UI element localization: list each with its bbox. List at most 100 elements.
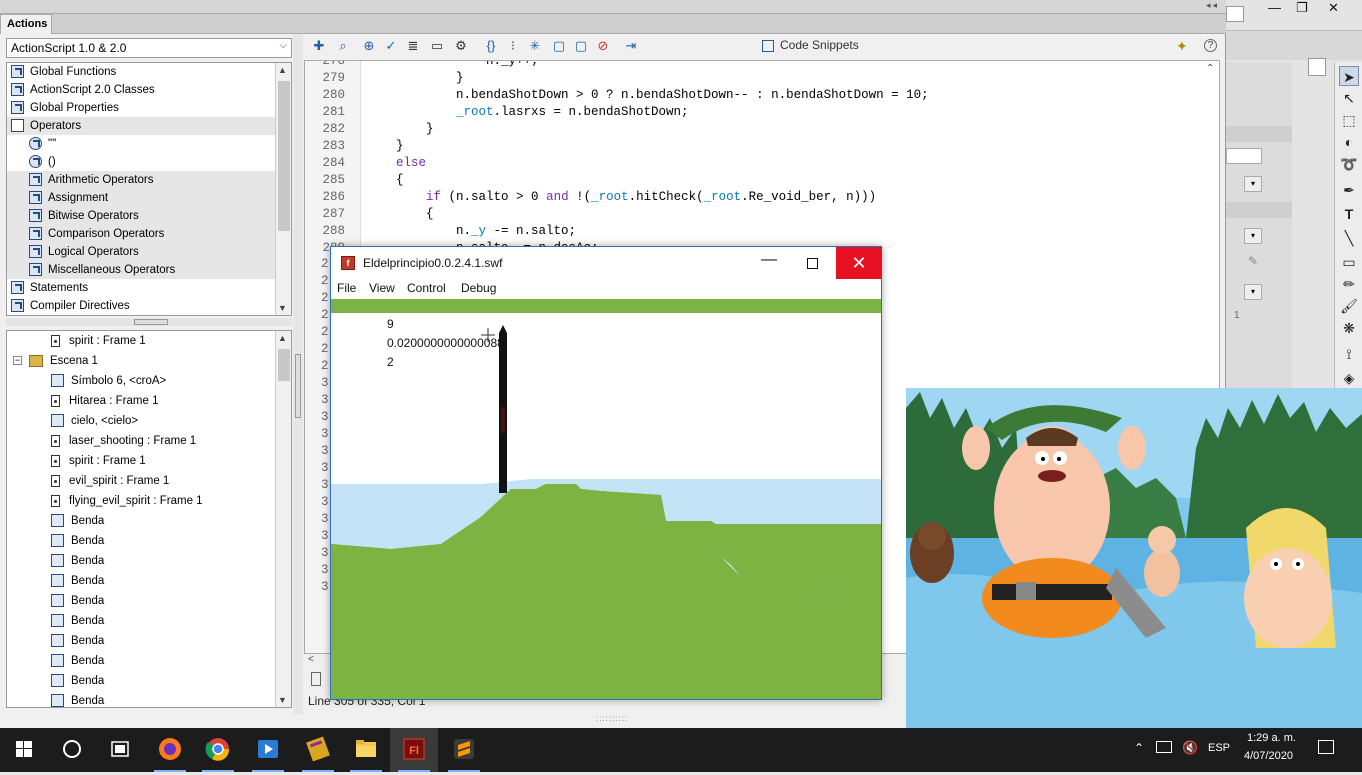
toolbox-splitter[interactable] [6, 318, 292, 326]
navigator-item[interactable]: flying_evil_spirit : Frame 1 [7, 491, 291, 511]
navigator-item[interactable]: Benda [7, 671, 291, 691]
restore-icon[interactable]: ❐ [1296, 0, 1308, 16]
show-hide-toolbox-icon[interactable]: ⇥ [624, 39, 638, 53]
search-field[interactable] [1226, 6, 1244, 22]
swf-stage[interactable]: 9 0.0200000000000088 2 [331, 299, 881, 699]
file-explorer-icon[interactable] [342, 728, 390, 772]
toolbox-item[interactable]: Arithmetic Operators [7, 171, 291, 189]
winrar-icon[interactable] [294, 728, 342, 772]
swf-player-window[interactable]: f Eldelprincipio0.0.2.4.1.swf — ✕ File V… [330, 246, 882, 700]
navigator-item[interactable]: Símbolo 6, <croA> [7, 371, 291, 391]
add-statement-icon[interactable]: ✚ [312, 39, 326, 53]
volume-muted-icon[interactable]: 🔇 [1182, 740, 1198, 756]
navigator-item[interactable]: spirit : Frame 1 [7, 451, 291, 471]
check-syntax-icon[interactable]: ✓ [384, 39, 398, 53]
collapse-selection-icon[interactable]: ⁝ [506, 39, 520, 53]
menu-file[interactable]: File [337, 281, 356, 295]
maximize-button[interactable] [807, 258, 818, 269]
minimize-icon[interactable]: — [1268, 0, 1281, 15]
collapse-icon[interactable]: − [13, 356, 22, 365]
navigator-item[interactable]: laser_shooting : Frame 1 [7, 431, 291, 451]
scroll-up-icon[interactable]: ▲ [278, 65, 287, 75]
expand-all-icon[interactable]: ✳ [528, 39, 542, 53]
stage-icon[interactable] [1308, 58, 1326, 76]
clock-date[interactable]: 4/07/2020 [1244, 750, 1293, 762]
script-assist-wand-icon[interactable]: ✦ [1176, 38, 1188, 55]
line-tool-icon[interactable]: ╲ [1339, 228, 1359, 248]
swf-titlebar[interactable]: f Eldelprincipio0.0.2.4.1.swf — ✕ [331, 247, 882, 279]
pane-divider[interactable] [293, 34, 303, 714]
scrollbar-thumb[interactable] [278, 81, 290, 231]
firefox-icon[interactable] [146, 728, 194, 772]
navigator-item[interactable]: spirit : Frame 1 [7, 331, 291, 351]
deco-tool-icon[interactable]: ❋ [1339, 318, 1359, 338]
pen-tool-icon[interactable]: ✒ [1339, 180, 1359, 200]
panel-collapse-icon[interactable]: ◂◂ [1206, 0, 1219, 11]
tab-actions[interactable]: Actions [0, 14, 52, 34]
toolbox-item[interactable]: Assignment [7, 189, 291, 207]
navigator-item[interactable]: Benda [7, 691, 291, 707]
navigator-item[interactable]: cielo, <cielo> [7, 411, 291, 431]
free-transform-tool-icon[interactable]: ⬚ [1339, 110, 1359, 130]
code-hint-icon[interactable]: ▭ [430, 39, 444, 53]
eyedropper-icon[interactable]: ✎ [1248, 254, 1258, 268]
toolbox-item[interactable]: Global Functions [7, 63, 291, 81]
navigator-item[interactable]: Benda [7, 631, 291, 651]
toolbox-item[interactable]: Global Properties [7, 99, 291, 117]
navigator-item[interactable]: Benda [7, 551, 291, 571]
sublime-text-icon[interactable] [440, 728, 488, 772]
tray-expand-icon[interactable]: ⌃ [1134, 741, 1144, 755]
navigator-item[interactable]: Benda [7, 651, 291, 671]
toolbox-item[interactable]: ActionScript 2.0 Classes [7, 81, 291, 99]
property-field[interactable] [1226, 148, 1262, 164]
subselection-tool-icon[interactable]: ↖ [1339, 88, 1359, 108]
toolbox-item[interactable]: Logical Operators [7, 243, 291, 261]
find-icon[interactable]: ⌕ [336, 39, 350, 53]
task-view-icon[interactable] [96, 728, 144, 772]
navigator-item[interactable]: Benda [7, 511, 291, 531]
bone-tool-icon[interactable]: ⟟ [1339, 344, 1359, 364]
navigator-item[interactable]: Benda [7, 531, 291, 551]
brush-tool-icon[interactable]: 🖌 [1339, 296, 1359, 316]
scroll-up-icon[interactable]: ▲ [278, 333, 287, 343]
notifications-icon[interactable] [1318, 740, 1334, 754]
text-tool-icon[interactable]: T [1339, 204, 1359, 224]
media-player-icon[interactable] [244, 728, 292, 772]
lasso-tool-icon[interactable]: ➰ [1339, 154, 1359, 174]
toolbox-item[interactable]: Operators [7, 117, 291, 135]
toolbox-item[interactable]: Comparison Operators [7, 225, 291, 243]
apply-block-comment-icon[interactable]: ▢ [552, 39, 566, 53]
close-button[interactable]: ✕ [836, 247, 882, 279]
input-language[interactable]: ESP [1208, 742, 1230, 754]
remove-comment-icon[interactable]: ⊘ [596, 39, 610, 53]
navigator-item[interactable]: evil_spirit : Frame 1 [7, 471, 291, 491]
scroll-down-icon[interactable]: ▼ [278, 695, 287, 705]
chrome-icon[interactable] [194, 728, 242, 772]
toolbox-item[interactable]: Miscellaneous Operators [7, 261, 291, 279]
toolbox-item[interactable]: () [7, 153, 291, 171]
property-dropdown[interactable]: ▾ [1244, 176, 1262, 192]
toolbox-item[interactable]: Compiler Directives [7, 297, 291, 315]
menu-control[interactable]: Control [407, 281, 446, 295]
menu-debug[interactable]: Debug [461, 281, 496, 295]
collapse-between-braces-icon[interactable]: {} [484, 39, 498, 53]
code-snippets-button[interactable]: Code Snippets [762, 38, 859, 52]
property-dropdown[interactable]: ▾ [1244, 228, 1262, 244]
selection-tool-icon[interactable]: ➤ [1339, 66, 1359, 86]
network-icon[interactable] [1156, 741, 1172, 753]
toolbox-item[interactable]: Statements [7, 279, 291, 297]
navigator-item[interactable]: − Escena 1 [7, 351, 291, 371]
panel-resize-grip[interactable]: :::::::::: [596, 714, 628, 723]
navigator-item[interactable]: Hitarea : Frame 1 [7, 391, 291, 411]
language-select[interactable]: ActionScript 1.0 & 2.0 ⌵ [6, 38, 292, 58]
close-icon[interactable]: ✕ [1328, 0, 1339, 16]
3d-rotation-tool-icon[interactable]: ◐ [1339, 132, 1359, 152]
toolbox-scrollbar[interactable]: ▲ ▼ [275, 63, 291, 315]
navigator-item[interactable]: Benda [7, 571, 291, 591]
scrollbar-thumb[interactable] [278, 349, 290, 381]
target-path-icon[interactable]: ⊕ [362, 39, 376, 53]
minimize-button[interactable]: — [759, 251, 779, 275]
debug-options-icon[interactable]: ⚙ [454, 39, 468, 53]
windows-start-icon[interactable] [0, 728, 48, 772]
menu-view[interactable]: View [369, 281, 395, 295]
